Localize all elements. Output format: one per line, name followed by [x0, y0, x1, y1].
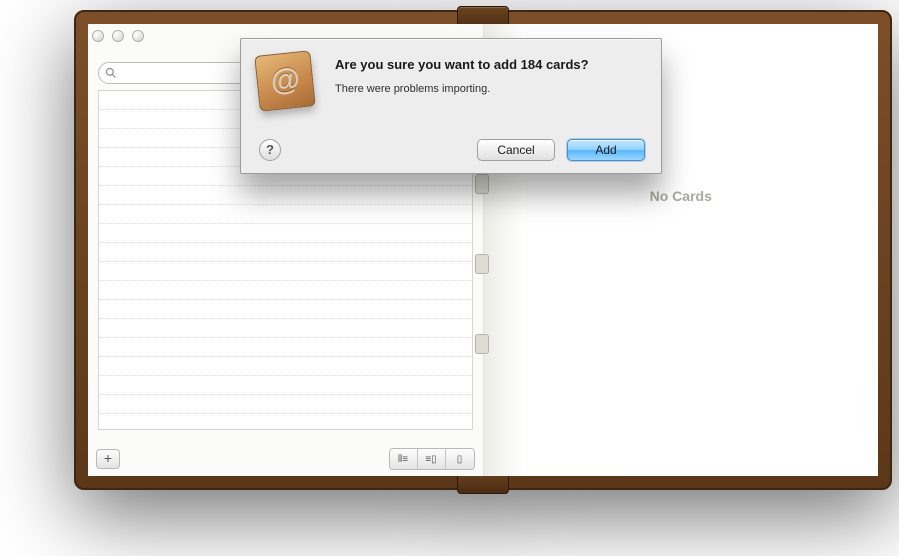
view-mode-card-only-button[interactable]: ▯ [446, 449, 474, 469]
search-icon [105, 67, 117, 79]
no-cards-placeholder: No Cards [484, 176, 879, 204]
view-mode-groups-button[interactable]: ⦀≡ [390, 449, 418, 469]
list-row [99, 262, 472, 281]
add-button[interactable]: Add [567, 139, 645, 161]
list-row [99, 395, 472, 414]
list-row [99, 300, 472, 319]
list-row [99, 338, 472, 357]
cancel-button[interactable]: Cancel [477, 139, 555, 161]
add-contact-button[interactable]: + [96, 449, 120, 469]
import-confirm-dialog: Are you sure you want to add 184 cards? … [240, 38, 662, 174]
dialog-title: Are you sure you want to add 184 cards? [335, 57, 643, 72]
window-zoom-button[interactable] [132, 30, 144, 42]
list-row [99, 243, 472, 262]
spine-tab [475, 174, 489, 194]
list-row [99, 186, 472, 205]
spine-tab [475, 254, 489, 274]
window-close-button[interactable] [92, 30, 104, 42]
window-minimize-button[interactable] [112, 30, 124, 42]
list-row [99, 319, 472, 338]
list-row [99, 224, 472, 243]
view-mode-segment: ⦀≡ ≡▯ ▯ [389, 448, 475, 470]
help-button[interactable]: ? [259, 139, 281, 161]
spine-tab [475, 334, 489, 354]
list-row [99, 281, 472, 300]
dialog-message: There were problems importing. [335, 83, 643, 95]
list-row [99, 357, 472, 376]
view-mode-list-card-button[interactable]: ≡▯ [418, 449, 446, 469]
list-row [99, 376, 472, 395]
list-row [99, 205, 472, 224]
window-traffic-lights [92, 30, 144, 42]
address-book-app-icon [257, 53, 321, 117]
